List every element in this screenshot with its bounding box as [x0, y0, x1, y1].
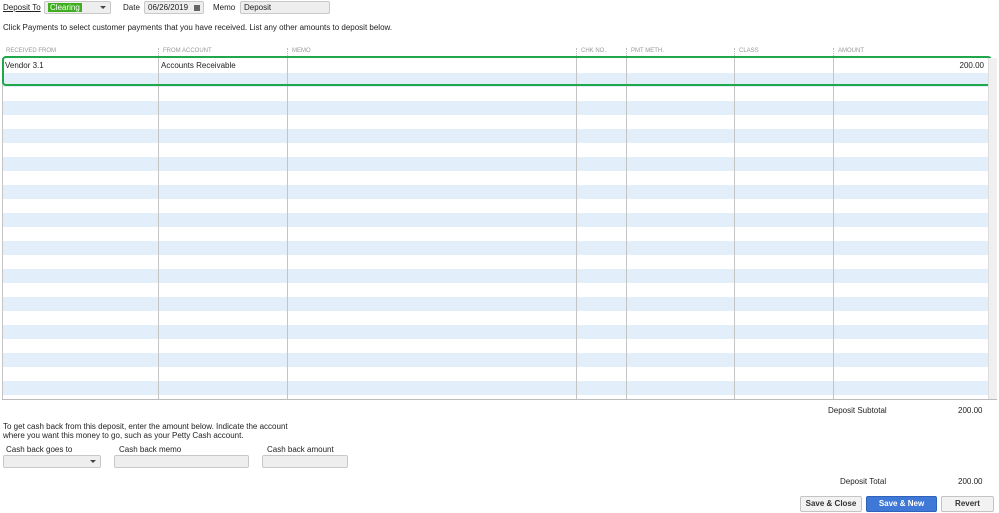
save-close-button[interactable]: Save & Close [800, 496, 862, 512]
table-row[interactable] [2, 381, 988, 395]
table-row[interactable] [2, 101, 988, 115]
date-value: 06/26/2019 [148, 3, 189, 12]
cashback-memo-input[interactable] [114, 455, 249, 468]
table-row[interactable] [2, 199, 988, 213]
table-row[interactable] [2, 241, 988, 255]
subtotal-value: 200.00 [958, 406, 983, 415]
total-label: Deposit Total [840, 477, 887, 486]
table-row[interactable] [2, 171, 988, 185]
total-value: 200.00 [958, 477, 983, 486]
table-row[interactable] [2, 297, 988, 311]
cashback-amount-input[interactable] [262, 455, 348, 468]
table-row[interactable] [2, 367, 988, 381]
table-row[interactable] [2, 311, 988, 325]
deposit-grid: RECEIVED FROM FROM ACCOUNT MEMO CHK NO. … [2, 48, 997, 400]
table-row[interactable] [2, 87, 988, 101]
memo-label: Memo [213, 3, 236, 12]
table-row[interactable] [2, 269, 988, 283]
table-row[interactable] [2, 353, 988, 367]
instructions-text: Click Payments to select customer paymen… [3, 23, 393, 32]
revert-button[interactable]: Revert [941, 496, 994, 512]
table-row[interactable] [2, 283, 988, 297]
cashback-amount-label: Cash back amount [267, 445, 334, 454]
chevron-down-icon [90, 460, 96, 463]
cashback-instructions-2: where you want this money to go, such as… [3, 431, 244, 440]
subtotal-label: Deposit Subtotal [828, 406, 887, 415]
selected-row-highlight [2, 56, 992, 86]
deposit-to-value: Clearing [48, 3, 82, 12]
vertical-scrollbar[interactable] [988, 58, 997, 399]
table-row[interactable] [2, 339, 988, 353]
cashback-memo-label: Cash back memo [119, 445, 182, 454]
cashback-goes-to-label: Cash back goes to [6, 445, 73, 454]
table-row[interactable] [2, 325, 988, 339]
table-row[interactable] [2, 115, 988, 129]
table-row[interactable] [2, 143, 988, 157]
cashback-instructions-1: To get cash back from this deposit, ente… [3, 422, 288, 431]
table-row[interactable] [2, 227, 988, 241]
table-row[interactable] [2, 185, 988, 199]
chevron-down-icon [100, 6, 106, 9]
table-row[interactable] [2, 129, 988, 143]
save-new-button[interactable]: Save & New [866, 496, 937, 512]
table-row[interactable] [2, 157, 988, 171]
table-row[interactable] [2, 213, 988, 227]
date-label: Date [123, 3, 140, 12]
date-field[interactable]: 06/26/2019 [144, 1, 204, 14]
memo-field[interactable]: Deposit [240, 1, 330, 14]
table-row[interactable] [2, 255, 988, 269]
calendar-icon[interactable] [194, 5, 200, 11]
deposit-to-label: Deposit To [3, 3, 41, 12]
deposit-to-select[interactable]: Clearing [44, 1, 111, 14]
cashback-goes-to-select[interactable] [3, 455, 101, 468]
